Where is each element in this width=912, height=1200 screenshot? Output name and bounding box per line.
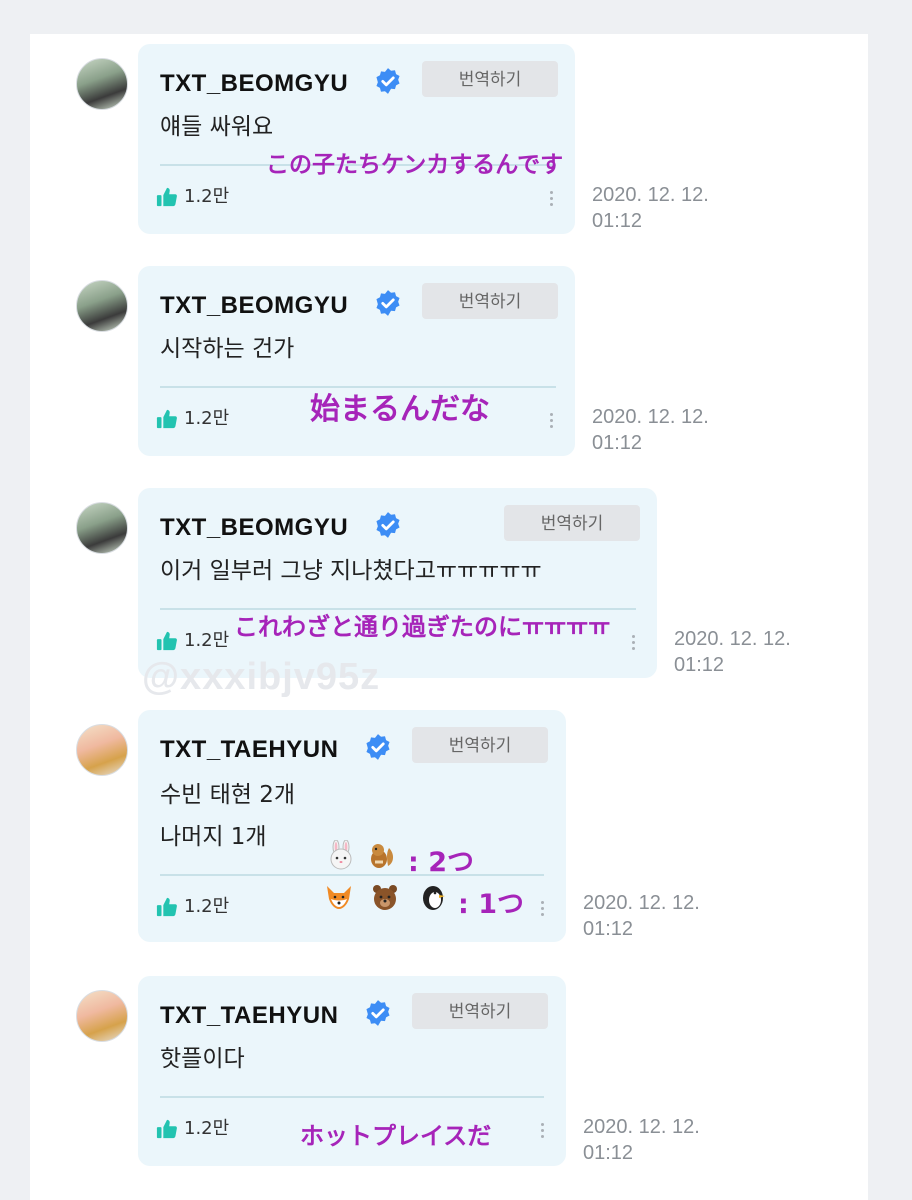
translation-overlay: 始まるんだな — [310, 392, 490, 427]
timestamp: 2020. 12. 12. 01:12 — [592, 182, 709, 234]
divider — [160, 1096, 544, 1098]
divider — [160, 874, 544, 876]
translation-overlay: ホットプレイスだ — [300, 1122, 492, 1150]
like-count: 1.2만 — [184, 1118, 230, 1139]
avatar[interactable] — [76, 58, 128, 110]
thumbs-up-icon — [156, 631, 177, 651]
translate-button[interactable]: 번역하기 — [504, 505, 640, 541]
penguin-icon — [423, 886, 445, 910]
username[interactable]: TXT_TAEHYUN — [160, 736, 338, 764]
comment-text: 얘들 싸워요 — [160, 114, 274, 140]
thumbs-up-icon — [156, 187, 177, 207]
username[interactable]: TXT_BEOMGYU — [160, 514, 348, 542]
avatar[interactable] — [76, 990, 128, 1042]
watermark: @xxxibjv95z — [142, 656, 381, 698]
thumbs-up-icon — [156, 897, 177, 917]
timestamp-time: 01:12 — [674, 654, 725, 676]
translation-overlay: これわざと通り過ぎたのにㅠㅠㅠㅠ — [234, 613, 611, 641]
avatar[interactable] — [76, 724, 128, 776]
timestamp: 2020. 12. 12. 01:12 — [583, 890, 700, 942]
comment-text: 핫플이다 — [160, 1046, 245, 1072]
comment-bubble: TXT_BEOMGYU 번역하기 이거 일부러 그냥 지나쳤다고ㅠㅠㅠㅠㅠ 1.… — [138, 488, 657, 678]
verified-badge-icon — [376, 68, 400, 94]
like-button[interactable]: 1.2만 — [156, 184, 236, 214]
timestamp: 2020. 12. 12. 01:12 — [592, 404, 709, 456]
more-vertical-icon[interactable] — [546, 188, 556, 212]
comment-text: 이거 일부러 그냥 지나쳤다고ㅠㅠㅠㅠㅠ — [160, 558, 542, 584]
bear-icon — [373, 885, 397, 910]
timestamp-time: 01:12 — [583, 918, 634, 940]
more-vertical-icon[interactable] — [628, 632, 638, 656]
timestamp-time: 01:12 — [592, 210, 643, 232]
timestamp-date: 2020. 12. 12. — [583, 1116, 700, 1138]
like-count: 1.2만 — [184, 186, 230, 207]
like-button[interactable]: 1.2만 — [156, 406, 236, 436]
timestamp-time: 01:12 — [583, 1142, 634, 1164]
like-button[interactable]: 1.2만 — [156, 894, 236, 924]
thumbs-up-icon — [156, 409, 177, 429]
comment-text: 수빈 태현 2개 — [160, 782, 296, 808]
like-count: 1.2만 — [184, 896, 230, 917]
translation-overlay: : 2つ — [408, 847, 474, 878]
timestamp: 2020. 12. 12. 01:12 — [583, 1114, 700, 1166]
more-vertical-icon[interactable] — [537, 1120, 547, 1144]
like-button[interactable]: 1.2만 — [156, 628, 236, 658]
rabbit-icon — [330, 840, 352, 870]
comment-bubble: TXT_BEOMGYU 번역하기 얘들 싸워요 1.2만 — [138, 44, 575, 234]
avatar[interactable] — [76, 502, 128, 554]
translate-button[interactable]: 번역하기 — [412, 727, 548, 763]
more-vertical-icon[interactable] — [537, 898, 547, 922]
timestamp-date: 2020. 12. 12. — [592, 184, 709, 206]
verified-badge-icon — [376, 512, 400, 538]
timestamp: 2020. 12. 12. 01:12 — [674, 626, 791, 678]
timestamp-date: 2020. 12. 12. — [674, 628, 791, 650]
comment-text: 나머지 1개 — [160, 824, 267, 850]
username[interactable]: TXT_BEOMGYU — [160, 292, 348, 320]
timestamp-time: 01:12 — [592, 432, 643, 454]
timestamp-date: 2020. 12. 12. — [583, 892, 700, 914]
thumbs-up-icon — [156, 1119, 177, 1139]
translate-button[interactable]: 번역하기 — [422, 61, 558, 97]
verified-badge-icon — [376, 290, 400, 316]
chipmunk-icon — [371, 844, 394, 868]
avatar[interactable] — [76, 280, 128, 332]
translation-overlay: : 1つ — [458, 889, 524, 920]
translate-button[interactable]: 번역하기 — [422, 283, 558, 319]
comment-text: 시작하는 건가 — [160, 336, 295, 362]
like-count: 1.2만 — [184, 408, 230, 429]
translate-button[interactable]: 번역하기 — [412, 993, 548, 1029]
username[interactable]: TXT_TAEHYUN — [160, 1002, 338, 1030]
timestamp-date: 2020. 12. 12. — [592, 406, 709, 428]
more-vertical-icon[interactable] — [546, 410, 556, 434]
like-button[interactable]: 1.2만 — [156, 1116, 236, 1146]
fox-icon — [327, 886, 351, 909]
translation-overlay: この子たちケンカするんです — [266, 152, 564, 178]
username[interactable]: TXT_BEOMGYU — [160, 70, 348, 98]
verified-badge-icon — [366, 1000, 390, 1026]
verified-badge-icon — [366, 734, 390, 760]
like-count: 1.2만 — [184, 630, 230, 651]
